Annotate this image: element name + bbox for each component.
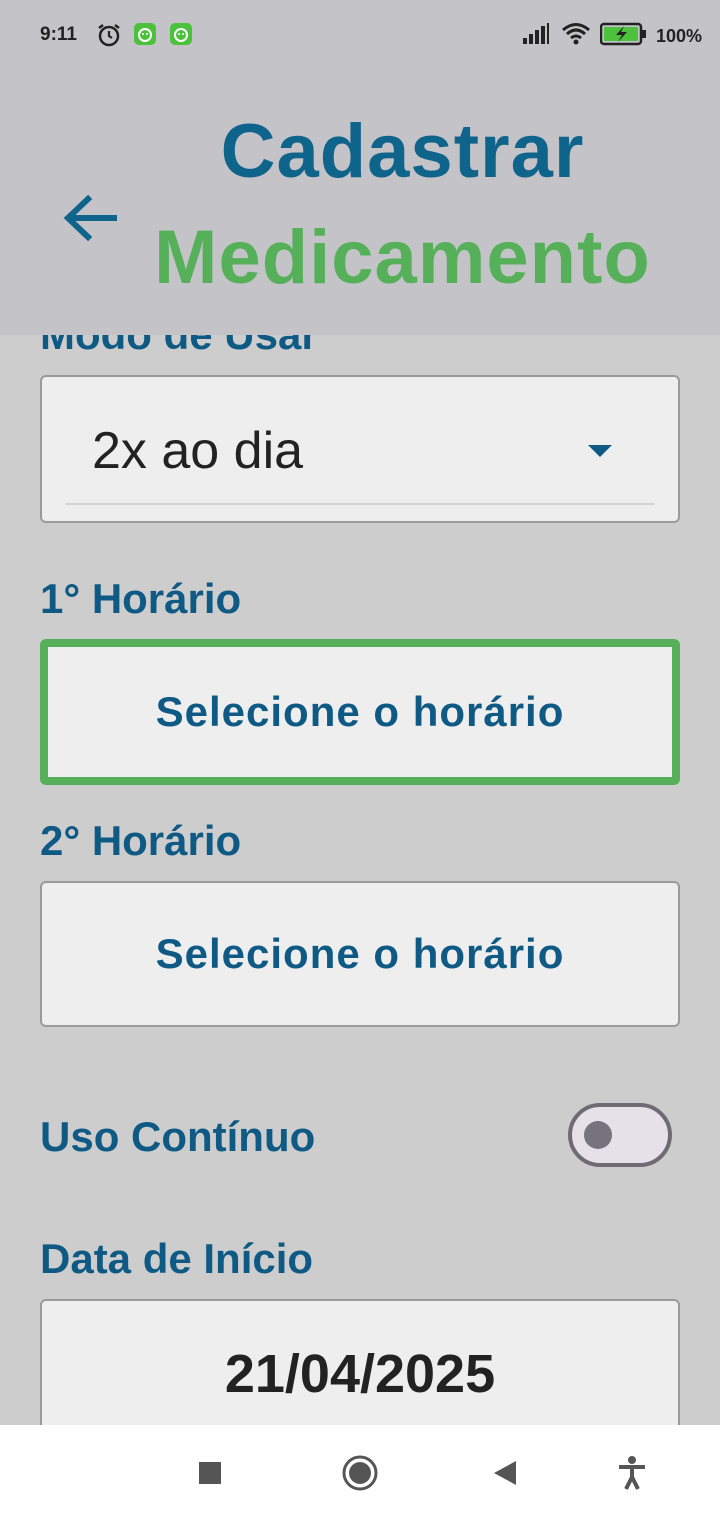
time1-label: 1° Horário (40, 575, 242, 622)
alarm-icon (96, 22, 122, 54)
app-bar: Cadastrar Medicamento (0, 70, 720, 335)
circle-icon (342, 1455, 378, 1491)
mode-dropdown[interactable]: 2x ao dia (40, 375, 680, 523)
triangle-back-icon (494, 1461, 516, 1485)
continuous-use-toggle[interactable] (568, 1103, 672, 1167)
status-bar: 9:11 100% (0, 0, 720, 70)
battery-percentage: 100% (655, 26, 702, 46)
back-nav-button[interactable] (486, 1453, 526, 1493)
form-content[interactable]: Modo de Usar 2x ao dia 1° Horário Seleci… (0, 335, 720, 1425)
system-nav-bar (0, 1425, 720, 1520)
time2-select-button[interactable]: Selecione o horário (40, 881, 680, 1027)
chevron-down-icon (588, 445, 612, 457)
app-notification-icon (169, 22, 193, 52)
start-date-label: Data de Início (40, 1235, 314, 1282)
recents-button[interactable] (190, 1453, 230, 1493)
mode-label: Modo de Usar (40, 335, 318, 359)
toggle-knob (584, 1121, 612, 1149)
signal-icon (522, 22, 550, 52)
home-button[interactable] (340, 1453, 380, 1493)
page-title-subtitle: Medicamento (154, 215, 651, 300)
time2-label: 2° Horário (40, 817, 242, 864)
start-date-value: 21/04/2025 (224, 1344, 496, 1404)
app-notification-icon (133, 22, 157, 52)
start-date-field[interactable]: 21/04/2025 (40, 1299, 680, 1425)
accessibility-button[interactable] (612, 1453, 652, 1493)
page-title: Cadastrar (220, 109, 585, 194)
status-time: 9:11 (40, 24, 77, 45)
time1-select-button[interactable]: Selecione o horário (40, 639, 680, 785)
square-icon (199, 1462, 221, 1484)
continuous-use-label: Uso Contínuo (40, 1113, 316, 1160)
wifi-icon (561, 22, 591, 52)
battery-charging-icon (599, 22, 648, 52)
dropdown-underline (66, 503, 654, 505)
mode-selected-value: 2x ao dia (92, 422, 304, 480)
accessibility-icon (619, 1456, 645, 1490)
